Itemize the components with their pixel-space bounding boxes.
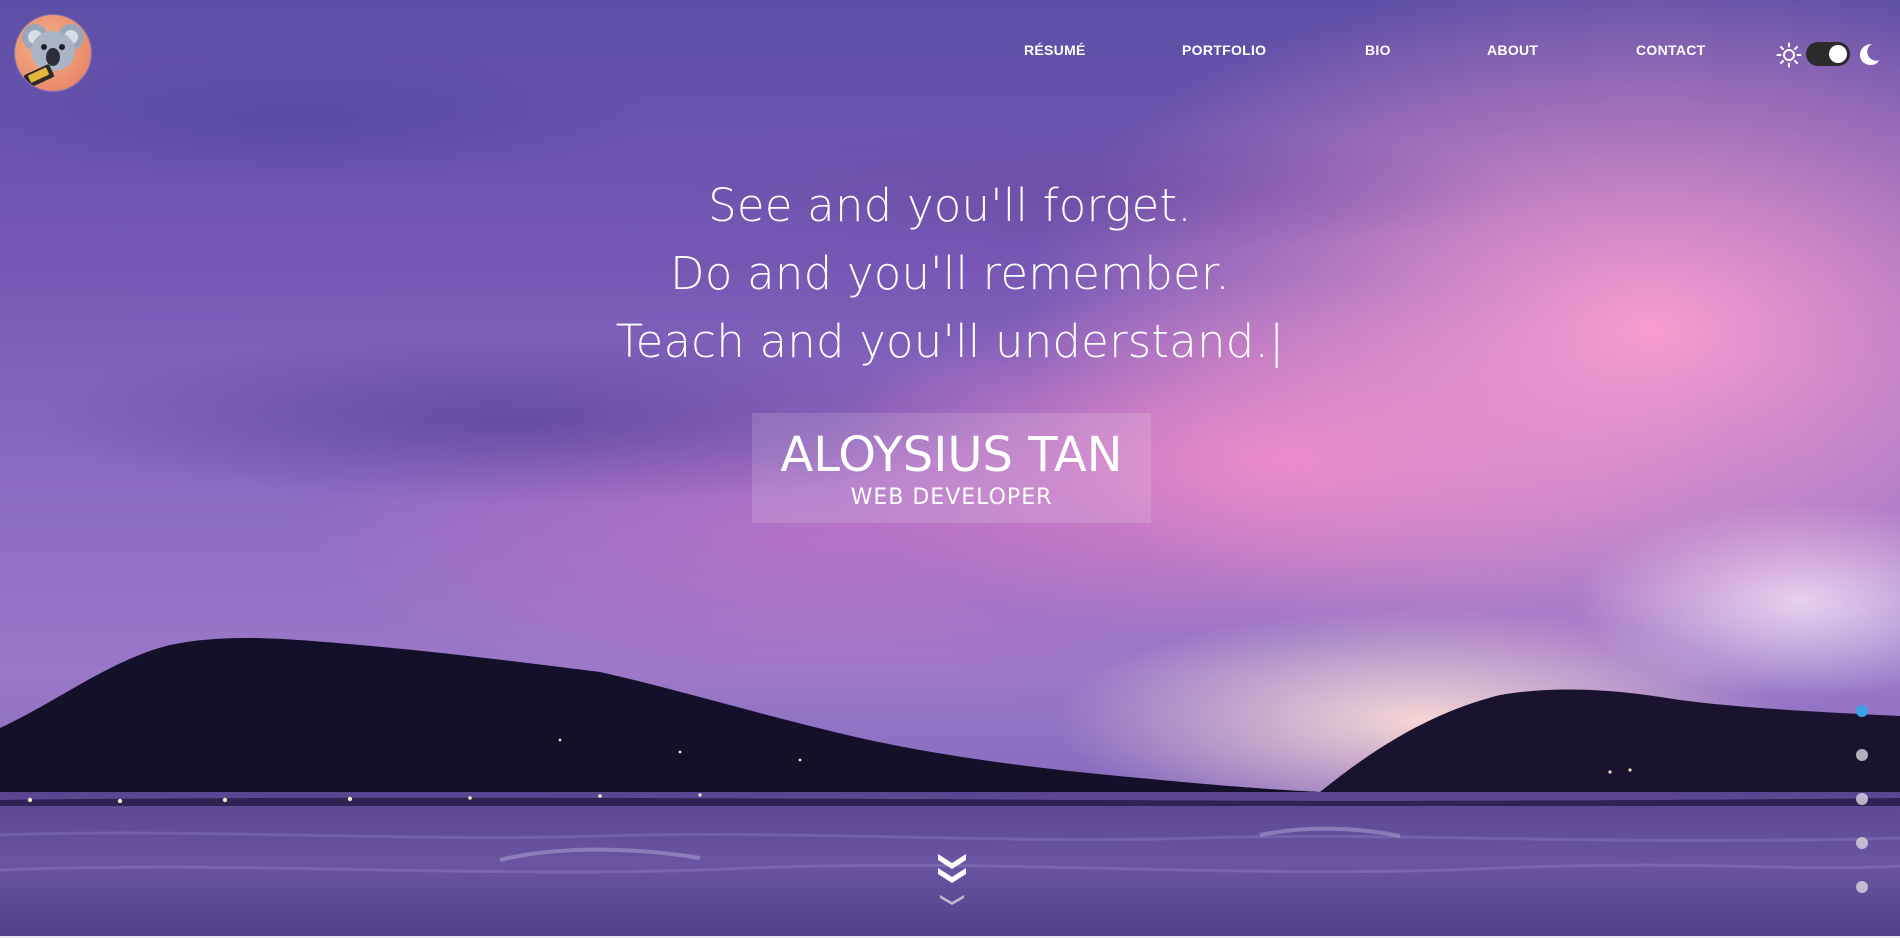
nav-link-resume[interactable]: RÉSUMÉ: [1024, 42, 1086, 58]
theme-toggle[interactable]: [1776, 40, 1880, 68]
typing-cursor: |: [1269, 315, 1285, 368]
quote-line: Do and you'll remember.: [0, 240, 1900, 308]
theme-switch[interactable]: [1806, 42, 1850, 66]
double-chevron-down-icon: [938, 854, 966, 905]
person-name: ALOYSIUS TAN: [780, 427, 1123, 483]
nav-link-portfolio[interactable]: PORTFOLIO: [1182, 42, 1266, 58]
section-pager: [1856, 705, 1870, 905]
scroll-down-button[interactable]: [935, 850, 969, 908]
quote-line-text: Do and you'll remember.: [670, 247, 1230, 300]
nav-link-bio[interactable]: BIO: [1365, 42, 1391, 58]
sun-icon: [1776, 42, 1802, 68]
quote-line: See and you'll forget.: [708, 179, 1192, 232]
main-nav: RÉSUMÉ PORTFOLIO BIO ABOUT CONTACT: [0, 42, 1900, 62]
top-navigation-bar: RÉSUMÉ PORTFOLIO BIO ABOUT CONTACT: [0, 0, 1900, 100]
nav-link-about[interactable]: ABOUT: [1487, 42, 1538, 58]
section-dot-4[interactable]: [1856, 837, 1868, 849]
section-dot-3[interactable]: [1856, 793, 1868, 805]
hero-quote: See and you'll forget. Do and you'll rem…: [0, 172, 1900, 376]
name-card: ALOYSIUS TAN WEB DEVELOPER: [752, 413, 1151, 523]
person-title: WEB DEVELOPER: [850, 485, 1053, 510]
section-dot-1[interactable]: [1856, 705, 1868, 717]
section-dot-5[interactable]: [1856, 881, 1868, 893]
nav-link-contact[interactable]: CONTACT: [1636, 42, 1706, 58]
section-dot-2[interactable]: [1856, 749, 1868, 761]
quote-line-text: Teach and you'll understand.: [615, 315, 1270, 368]
quote-line: Teach and you'll understand.|: [0, 308, 1900, 376]
theme-switch-knob: [1829, 45, 1847, 63]
moon-icon: [1860, 44, 1879, 65]
